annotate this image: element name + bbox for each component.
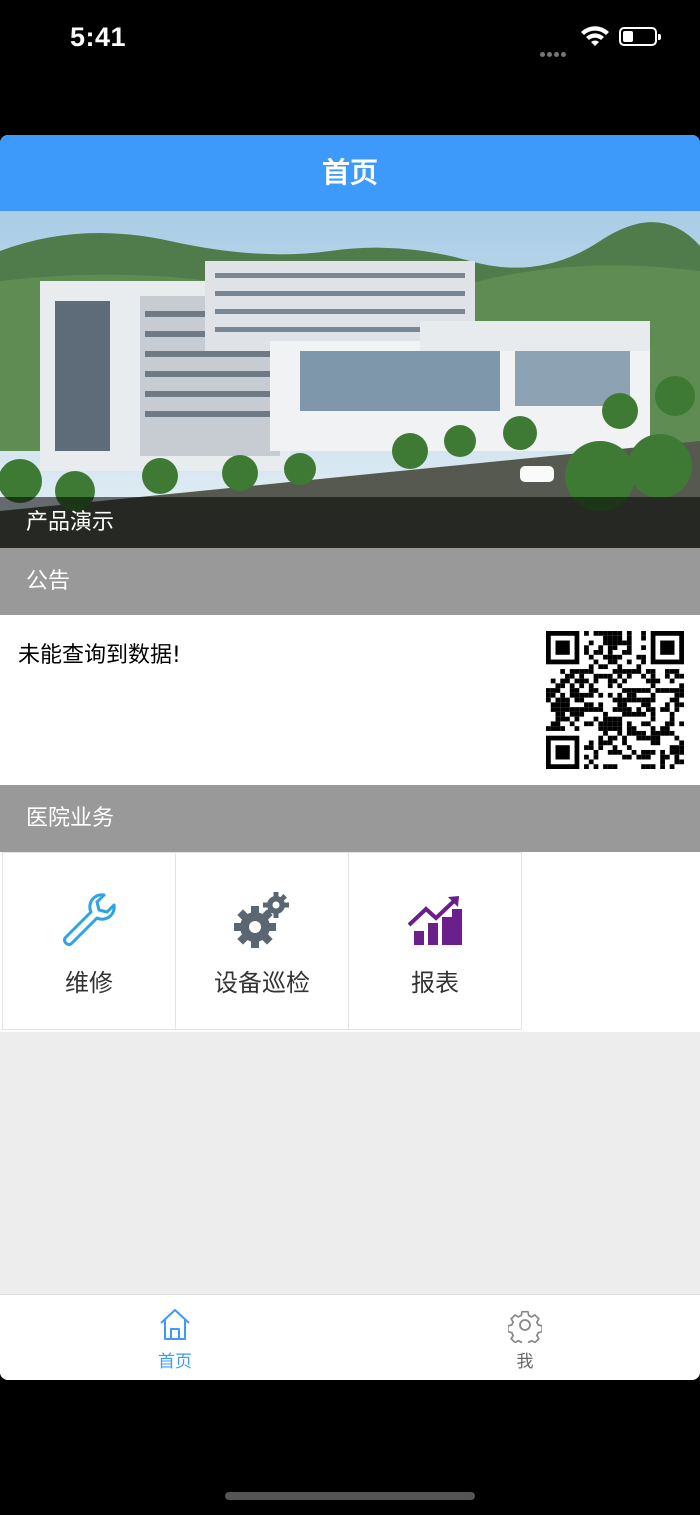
wifi-icon <box>581 26 609 46</box>
gear-icon <box>508 1310 542 1343</box>
status-time: 5:41 <box>70 22 127 52</box>
tab-label: 首页 <box>158 1352 192 1372</box>
tab-label: 我 <box>516 1352 534 1372</box>
business-item-label: 报表 <box>411 969 459 997</box>
notice-section-header: 公告 <box>0 548 700 615</box>
business-item-label: 维修 <box>65 969 113 997</box>
business-item-inspection[interactable]: 设备巡检 <box>175 852 349 1030</box>
tab-bar: 首页 我 <box>0 1294 700 1380</box>
business-item-repair[interactable]: 维修 <box>2 852 176 1030</box>
battery-icon <box>619 27 661 46</box>
gears-icon <box>234 892 289 948</box>
business-grid: 维修 设备巡检 报表 <box>0 852 700 1032</box>
wrench-icon <box>63 893 116 946</box>
notice-message: 未能查询到数据! <box>18 643 181 668</box>
banner-caption: 产品演示 <box>0 497 700 548</box>
qr-code-icon <box>546 631 684 769</box>
bar-chart-icon <box>407 896 462 945</box>
business-section-header: 医院业务 <box>0 785 700 852</box>
app-window: 首页 产品演示 公告 未能查询到数据! 医院业务 维修 设备巡检 报表 首页 我 <box>0 135 700 1380</box>
page-title: 首页 <box>0 135 700 211</box>
business-item-report[interactable]: 报表 <box>348 852 522 1030</box>
business-item-label: 设备巡检 <box>214 969 310 997</box>
notice-panel: 未能查询到数据! <box>0 615 700 785</box>
tab-me[interactable]: 我 <box>350 1295 700 1380</box>
status-bar: 5:41 <box>0 0 700 80</box>
home-indicator[interactable] <box>225 1492 475 1500</box>
banner-carousel[interactable]: 产品演示 <box>0 211 700 548</box>
home-icon <box>160 1309 190 1340</box>
tab-home[interactable]: 首页 <box>0 1295 350 1380</box>
cellular-signal-icon <box>540 42 574 57</box>
